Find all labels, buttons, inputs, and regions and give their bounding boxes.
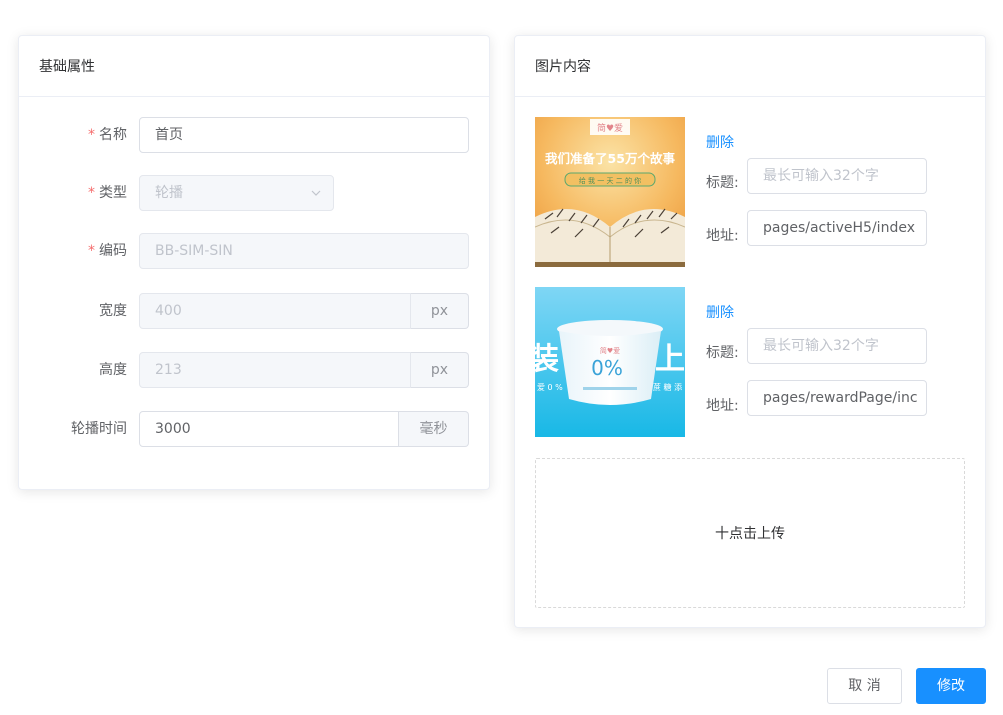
form-row-type: * 类型 轮播 [19,175,489,211]
name-label: * 名称 [88,127,127,143]
image-2-title-input[interactable]: 最长可输入32个字 [747,328,927,364]
code-label: * 编码 [88,243,127,259]
cancel-button[interactable]: 取 消 [827,668,902,704]
form-row-name: * 名称 首页 [19,117,489,153]
width-input[interactable]: 400 [139,293,411,329]
form-row-height: 高度 213 px [19,352,489,388]
upload-area[interactable]: 十点击上传 [535,458,965,608]
image-2-url-input[interactable]: pages/rewardPage/inc [747,380,927,416]
svg-text:装: 装 [535,342,559,377]
required-mark: * [88,185,95,201]
interval-unit: 毫秒 [399,411,469,447]
image-1-url-label: 地址: [706,228,739,244]
type-select-value: 轮播 [155,185,183,201]
height-input-group: 213 px [139,352,469,388]
delete-image-2-link[interactable]: 删除 [706,302,734,322]
width-unit: px [411,293,469,329]
interval-input[interactable]: 3000 [139,411,399,447]
chevron-down-icon [311,190,321,196]
upload-label: 十点击上传 [715,526,785,542]
name-input[interactable]: 首页 [139,117,469,153]
svg-text:0%: 0% [591,356,623,380]
interval-label: 轮播时间 [71,421,127,437]
basic-properties-card: 基础属性 * 名称 首页 * 类型 轮播 * 编码 BB-SIM-SIN 宽度 400… [18,35,490,490]
svg-text:上: 上 [655,342,685,377]
image-content-card: 图片内容 简♥爱 我们准备了55万个故事 给 我 一 天 二 的 你 删除 标题… [514,35,986,628]
svg-text:我们准备了55万个故事: 我们准备了55万个故事 [545,151,675,166]
basic-properties-title: 基础属性 [19,36,489,97]
width-input-group: 400 px [139,293,469,329]
image-1-title-input[interactable]: 最长可输入32个字 [747,158,927,194]
height-input[interactable]: 213 [139,352,411,388]
image-1-url-input[interactable]: pages/activeH5/index [747,210,927,246]
delete-image-1-link[interactable]: 删除 [706,132,734,152]
svg-text:简♥爱: 简♥爱 [600,346,620,355]
submit-button[interactable]: 修改 [916,668,986,704]
svg-text:简♥爱: 简♥爱 [597,122,623,134]
required-mark: * [88,127,95,143]
image-content-title: 图片内容 [515,36,985,97]
interval-input-group: 3000 毫秒 [139,411,469,447]
svg-text:蔗 糖 添: 蔗 糖 添 [653,382,682,392]
form-row-code: * 编码 BB-SIM-SIN [19,233,489,269]
height-unit: px [411,352,469,388]
type-select[interactable]: 轮播 [139,175,334,211]
required-mark: * [88,243,95,259]
banner-image-2: 装 上 爱 0 % 蔗 糖 添 简♥爱 0% [535,287,685,437]
image-2-title-label: 标题: [706,345,739,361]
image-2-url-label: 地址: [706,398,739,414]
code-input[interactable]: BB-SIM-SIN [139,233,469,269]
form-row-interval: 轮播时间 3000 毫秒 [19,411,489,447]
form-row-width: 宽度 400 px [19,293,489,329]
svg-text:爱 0 %: 爱 0 % [537,383,563,392]
svg-text:给 我 一 天 二 的 你: 给 我 一 天 二 的 你 [579,176,641,185]
image-1-title-label: 标题: [706,175,739,191]
banner-image-1: 简♥爱 我们准备了55万个故事 给 我 一 天 二 的 你 [535,117,685,267]
height-label: 高度 [99,362,127,378]
width-label: 宽度 [99,303,127,319]
type-label: * 类型 [88,185,127,201]
